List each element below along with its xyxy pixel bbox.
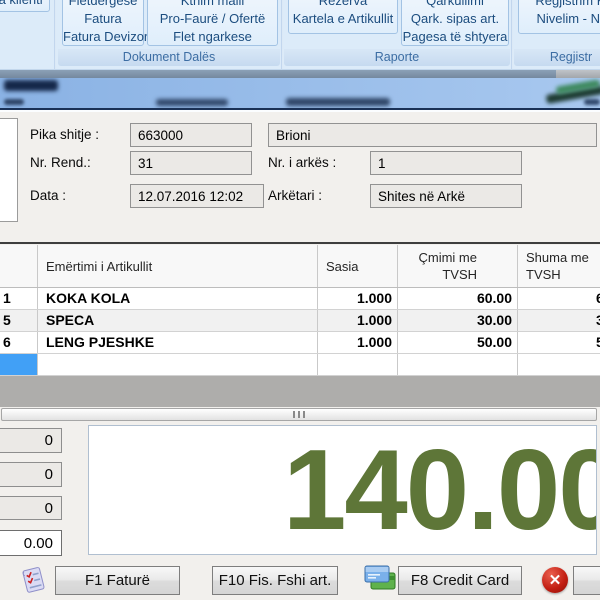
blurred-text	[4, 80, 58, 91]
row-qty: 1.000	[318, 288, 398, 309]
data-field: 12.07.2016 12:02	[130, 184, 264, 208]
col-header-name: Emërtimi i Artikullit	[38, 245, 318, 287]
ribbon-group-regjistr: Regjistr	[514, 49, 600, 66]
row-qty: 1.000	[318, 310, 398, 331]
arketari-field: Shites në Arkë	[370, 184, 522, 208]
blurred-text	[286, 98, 390, 106]
row-article-name: SPECA	[38, 310, 318, 331]
ribbon-button-nivelim[interactable]: Regjistrim Ku Nivelim - Ndr	[518, 0, 600, 34]
selected-cell[interactable]	[0, 354, 38, 375]
blurred-text	[584, 99, 600, 105]
separator-line	[0, 242, 600, 244]
document-header-form: Pika shitje : 663000 Brioni Nr. Rend.: 3…	[0, 112, 600, 242]
row-price: 60.00	[398, 288, 518, 309]
row-sum: 30.00	[518, 310, 600, 331]
pika-shitje-code-field: 663000	[130, 123, 252, 147]
row-sum: 60.00	[518, 288, 600, 309]
ribbon-divider	[281, 0, 283, 70]
ribbon-button-fatura[interactable]: Fletdërgesë Fatura Fatura Devizore	[62, 0, 144, 46]
total-display-panel: 140.00	[88, 425, 597, 555]
blurred-header-band	[0, 78, 600, 108]
nr-arkes-label: Nr. i arkës :	[268, 153, 336, 173]
empty-cell	[38, 354, 318, 375]
empty-cell	[398, 354, 518, 375]
row-price: 30.00	[398, 310, 518, 331]
summary-field-2: 0	[0, 462, 62, 487]
ribbon-divider	[54, 0, 56, 70]
ribbon-button-qarkullimi[interactable]: Qarkullimi Qark. sipas art. Pagesa të sh…	[401, 0, 509, 46]
side-partial-box	[0, 118, 18, 222]
items-table: Emërtimi i Artikullit Sasia Çmimi me TVS…	[0, 245, 600, 376]
invoice-checklist-icon[interactable]	[17, 565, 49, 596]
row-num: 5	[0, 310, 38, 331]
col-header-qty: Sasia	[318, 245, 398, 287]
pika-shitje-label: Pika shitje :	[30, 125, 99, 145]
ribbon-toolbar: ga klienti Fletdërgesë Fatura Fatura Dev…	[0, 0, 600, 70]
arketari-label: Arkëtari :	[268, 186, 322, 206]
f10-fshi-art-button[interactable]: F10 Fis. Fshi art.	[212, 566, 338, 595]
partial-right-button[interactable]	[573, 566, 600, 595]
cancel-icon[interactable]: ✕	[542, 567, 568, 593]
nr-rend-field: 31	[130, 151, 252, 175]
nr-rend-label: Nr. Rend.:	[30, 153, 91, 173]
row-num: 1	[0, 288, 38, 309]
window-frame-strip-right	[556, 70, 600, 78]
credit-card-icon[interactable]	[362, 562, 398, 595]
blurred-text	[156, 99, 228, 106]
table-row[interactable]: 1 KOKA KOLA 1.000 60.00 60.00	[0, 288, 600, 310]
col-header-sum: Shuma me TVSH	[518, 245, 600, 287]
window-frame-strip	[0, 70, 556, 78]
blurred-text	[4, 99, 24, 105]
ribbon-divider	[511, 0, 513, 70]
row-qty: 1.000	[318, 332, 398, 353]
table-row[interactable]: 6 LENG PJESHKE 1.000 50.00 50.00	[0, 332, 600, 354]
table-row[interactable]: 5 SPECA 1.000 30.00 30.00	[0, 310, 600, 332]
nr-arkes-field: 1	[370, 151, 522, 175]
ribbon-group-raporte: Raporte	[284, 49, 510, 66]
ribbon-button-profature[interactable]: Kthim malli Pro-Faurë / Ofertë Flet ngar…	[147, 0, 278, 46]
ribbon-button-klienti[interactable]: ga klienti	[0, 0, 50, 12]
payment-amount-field[interactable]: 0.00	[0, 530, 62, 556]
ribbon-group-dokument-dales: Dokument Dalës	[58, 49, 280, 66]
summary-field-3: 0	[0, 496, 62, 520]
table-header-row: Emërtimi i Artikullit Sasia Çmimi me TVS…	[0, 245, 600, 288]
pos-window: ga klienti Fletdërgesë Fatura Fatura Dev…	[0, 0, 600, 600]
row-num: 6	[0, 332, 38, 353]
row-article-name: KOKA KOLA	[38, 288, 318, 309]
empty-cell	[518, 354, 600, 375]
total-display: 140.00	[283, 426, 597, 554]
ribbon-button-kartela[interactable]: Rezerva Kartela e Artikullit	[288, 0, 398, 34]
table-row-empty[interactable]	[0, 354, 600, 376]
row-sum: 50.00	[518, 332, 600, 353]
col-header-price: Çmimi me TVSH	[398, 245, 518, 287]
pika-shitje-name-field: Brioni	[268, 123, 597, 147]
row-price: 50.00	[398, 332, 518, 353]
empty-cell	[318, 354, 398, 375]
data-label: Data :	[30, 186, 66, 206]
row-article-name: LENG PJESHKE	[38, 332, 318, 353]
table-background-area	[0, 376, 600, 407]
splitter-handle[interactable]	[1, 408, 597, 421]
col-header-num	[0, 245, 38, 287]
f1-fature-button[interactable]: F1 Faturë	[55, 566, 180, 595]
summary-field-1: 0	[0, 428, 62, 453]
f8-credit-card-button[interactable]: F8 Credit Card	[398, 566, 522, 595]
